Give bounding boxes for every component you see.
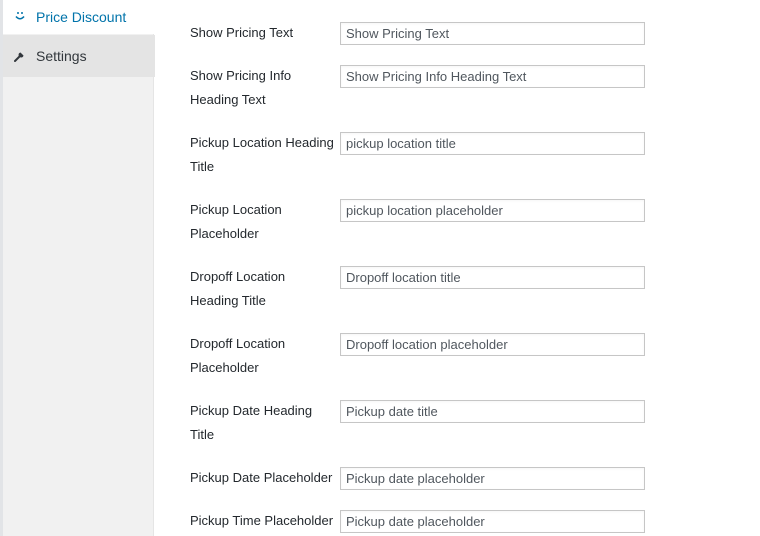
pickup-date-placeholder-input[interactable] (340, 467, 645, 490)
smile-icon (13, 9, 27, 23)
field-label: Dropoff Location Heading Title (190, 269, 286, 308)
sidebar-item-label: Settings (36, 48, 87, 64)
app-window: Price Discount Settings Show Pricing Tex… (0, 0, 760, 536)
field-label: Pickup Date Placeholder (190, 470, 333, 485)
field-label: Pickup Date Heading Title (190, 403, 313, 442)
show-pricing-info-heading-input[interactable] (340, 65, 645, 88)
wrench-icon (13, 49, 27, 63)
dropoff-location-placeholder-input[interactable] (340, 333, 645, 356)
sidebar-item-settings[interactable]: Settings (3, 35, 156, 77)
field-label: Show Pricing Text (190, 25, 294, 40)
pickup-location-placeholder-input[interactable] (340, 199, 645, 222)
sidebar-item-price-discount[interactable]: Price Discount (3, 0, 156, 34)
field-label: Pickup Location Placeholder (190, 202, 282, 241)
field-label: Pickup Time Placeholder (190, 513, 334, 528)
dropoff-location-heading-input[interactable] (340, 266, 645, 289)
field-label: Dropoff Location Placeholder (190, 336, 286, 375)
pickup-date-heading-input[interactable] (340, 400, 645, 423)
sidebar-item-label: Price Discount (36, 9, 127, 25)
field-label: Show Pricing Info Heading Text (190, 68, 292, 107)
show-pricing-text-input[interactable] (340, 22, 645, 45)
pickup-location-heading-input[interactable] (340, 132, 645, 155)
pickup-time-placeholder-input[interactable] (340, 510, 645, 533)
sidebar: Price Discount Settings (0, 0, 156, 536)
field-label: Pickup Location Heading Title (190, 135, 334, 174)
settings-form: Show Pricing Text Show Pricing Info Head… (155, 0, 760, 536)
